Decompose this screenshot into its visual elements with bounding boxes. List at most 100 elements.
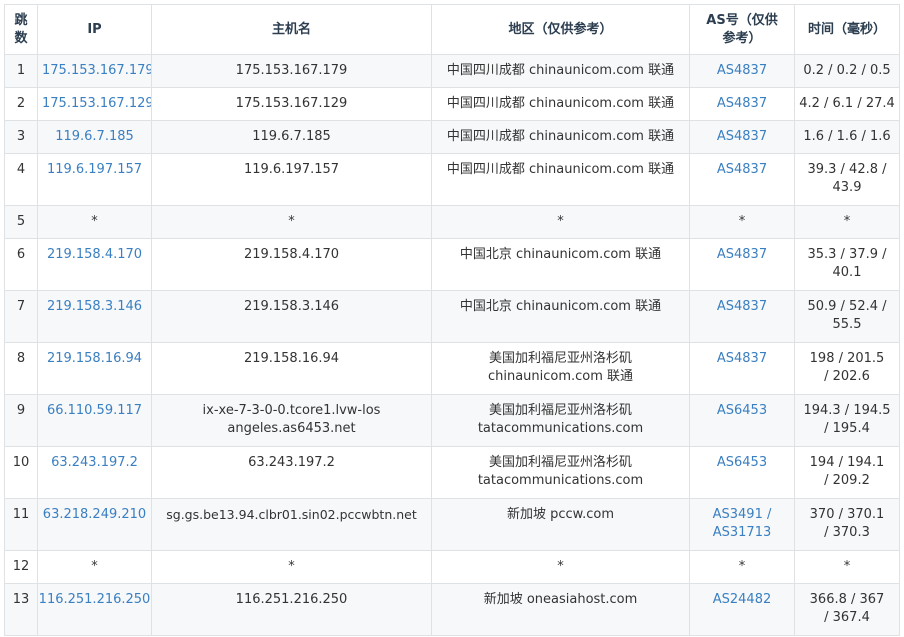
as-link[interactable]: AS3491 / [713,507,772,522]
hop-cell: 4 [4,153,38,206]
region-cell: 中国四川成都 chinaunicom.com 联通 [431,120,690,154]
ip-link[interactable]: 175.153.167.129 [42,96,151,111]
table-row: 1 175.153.167.179 175.153.167.179 中国四川成都… [4,54,900,88]
region-cell: * [431,205,690,239]
region-cell: 新加坡 pccw.com [431,498,690,551]
hop-cell: 5 [4,205,38,239]
table-body: 1 175.153.167.179 175.153.167.179 中国四川成都… [4,54,900,636]
ip-link[interactable]: 63.218.249.210 [43,507,146,522]
ip-link[interactable]: 175.153.167.179 [42,63,151,78]
as-cell[interactable]: AS4837 [689,238,795,291]
as-cell[interactable]: AS6453 [689,446,795,499]
ip-cell[interactable]: 63.243.197.2 [37,446,152,499]
as-link[interactable]: AS4837 [717,96,767,111]
host-cell: 219.158.3.146 [151,290,432,343]
as-link[interactable]: AS6453 [717,403,767,418]
as-cell[interactable]: AS4837 [689,87,795,121]
region-cell: 中国四川成都 chinaunicom.com 联通 [431,54,690,88]
time-cell: 1.6 / 1.6 / 1.6 [794,120,900,154]
as-cell[interactable]: AS24482 [689,583,795,636]
time-cell: 194 / 194.1 / 209.2 [794,446,900,499]
table-row: 6 219.158.4.170 219.158.4.170 中国北京 china… [4,238,900,291]
as-link[interactable]: AS6453 [717,455,767,470]
region-cell: 中国四川成都 chinaunicom.com 联通 [431,87,690,121]
ip-link[interactable]: 219.158.3.146 [47,299,142,314]
time-cell: 366.8 / 367 / 367.4 [794,583,900,636]
table-row: 7 219.158.3.146 219.158.3.146 中国北京 china… [4,290,900,343]
as-link[interactable]: AS4837 [717,299,767,314]
region-cell: 美国加利福尼亚州洛杉矶 tatacommunications.com [431,446,690,499]
as-cell[interactable]: AS4837 [689,342,795,395]
as-cell[interactable]: AS4837 [689,120,795,154]
as-cell[interactable]: AS3491 / AS31713 [689,498,795,551]
host-cell: sg.gs.be13.94.clbr01.sin02.pccwbtn.net [151,498,432,551]
as-link[interactable]: AS4837 [717,162,767,177]
header-hop: 跳数 [4,4,38,55]
host-cell: 219.158.4.170 [151,238,432,291]
hop-cell: 1 [4,54,38,88]
ip-cell[interactable]: 63.218.249.210 [37,498,152,551]
ip-cell[interactable]: 219.158.3.146 [37,290,152,343]
hop-cell: 3 [4,120,38,154]
ip-cell[interactable]: 116.251.216.250 [37,583,152,636]
as-link-secondary[interactable]: AS31713 [713,525,772,540]
ip-link[interactable]: 63.243.197.2 [51,455,138,470]
ip-cell: * [37,205,152,239]
ip-cell: * [37,550,152,584]
table-row: 9 66.110.59.117 ix-xe-7-3-0-0.tcore1.lvw… [4,394,900,447]
ip-link[interactable]: 66.110.59.117 [47,403,142,418]
traceroute-table: 跳数 IP 主机名 地区（仅供参考） AS号（仅供参考） 时间（毫秒） 1 17… [4,4,900,636]
as-cell[interactable]: AS4837 [689,54,795,88]
ip-cell[interactable]: 175.153.167.179 [37,54,152,88]
ip-cell[interactable]: 219.158.4.170 [37,238,152,291]
host-cell: * [151,550,432,584]
table-row: 13 116.251.216.250 116.251.216.250 新加坡 o… [4,583,900,636]
header-as: AS号（仅供参考） [689,4,795,55]
host-cell: 175.153.167.179 [151,54,432,88]
ip-link[interactable]: 119.6.197.157 [47,162,142,177]
as-link[interactable]: AS4837 [717,129,767,144]
as-link[interactable]: AS4837 [717,351,767,366]
ip-link[interactable]: 119.6.7.185 [55,129,134,144]
table-row: 12 * * * * * [4,550,900,584]
hop-cell: 7 [4,290,38,343]
ip-link[interactable]: 219.158.4.170 [47,247,142,262]
time-cell: * [794,205,900,239]
ip-cell[interactable]: 66.110.59.117 [37,394,152,447]
hop-cell: 13 [4,583,38,636]
table-row: 2 175.153.167.129 175.153.167.129 中国四川成都… [4,87,900,121]
time-cell: 4.2 / 6.1 / 27.4 [794,87,900,121]
table-row: 5 * * * * * [4,205,900,239]
table-row: 8 219.158.16.94 219.158.16.94 美国加利福尼亚州洛杉… [4,342,900,395]
as-cell[interactable]: AS6453 [689,394,795,447]
time-cell: 39.3 / 42.8 / 43.9 [794,153,900,206]
header-region: 地区（仅供参考） [431,4,690,55]
ip-link[interactable]: 219.158.16.94 [47,351,142,366]
table-row: 10 63.243.197.2 63.243.197.2 美国加利福尼亚州洛杉矶… [4,446,900,499]
as-link[interactable]: AS4837 [717,63,767,78]
table-header-row: 跳数 IP 主机名 地区（仅供参考） AS号（仅供参考） 时间（毫秒） [4,4,900,55]
ip-cell[interactable]: 119.6.197.157 [37,153,152,206]
ip-cell[interactable]: 175.153.167.129 [37,87,152,121]
as-link[interactable]: AS4837 [717,247,767,262]
hop-cell: 10 [4,446,38,499]
time-cell: 0.2 / 0.2 / 0.5 [794,54,900,88]
host-cell: * [151,205,432,239]
host-cell: 116.251.216.250 [151,583,432,636]
as-cell[interactable]: AS4837 [689,290,795,343]
as-cell: * [689,205,795,239]
host-cell: 119.6.197.157 [151,153,432,206]
ip-cell[interactable]: 119.6.7.185 [37,120,152,154]
region-cell: * [431,550,690,584]
ip-link[interactable]: 116.251.216.250 [39,592,151,607]
header-time: 时间（毫秒） [794,4,900,55]
region-cell: 中国北京 chinaunicom.com 联通 [431,238,690,291]
hop-cell: 11 [4,498,38,551]
as-link[interactable]: AS24482 [713,592,772,607]
time-cell: 194.3 / 194.5 / 195.4 [794,394,900,447]
as-cell[interactable]: AS4837 [689,153,795,206]
host-cell: 175.153.167.129 [151,87,432,121]
hop-cell: 2 [4,87,38,121]
ip-cell[interactable]: 219.158.16.94 [37,342,152,395]
hop-cell: 8 [4,342,38,395]
